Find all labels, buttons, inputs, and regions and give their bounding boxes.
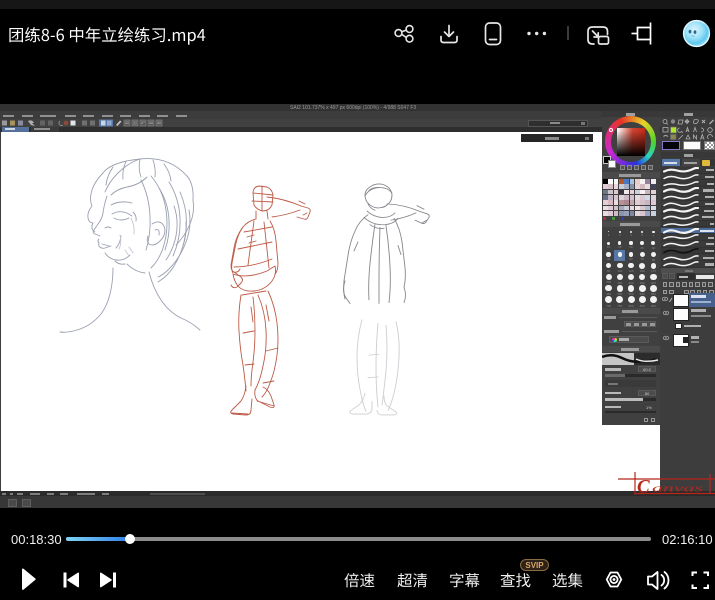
svg-text:anvas: anvas (652, 483, 703, 495)
svg-text:C: C (637, 477, 650, 498)
